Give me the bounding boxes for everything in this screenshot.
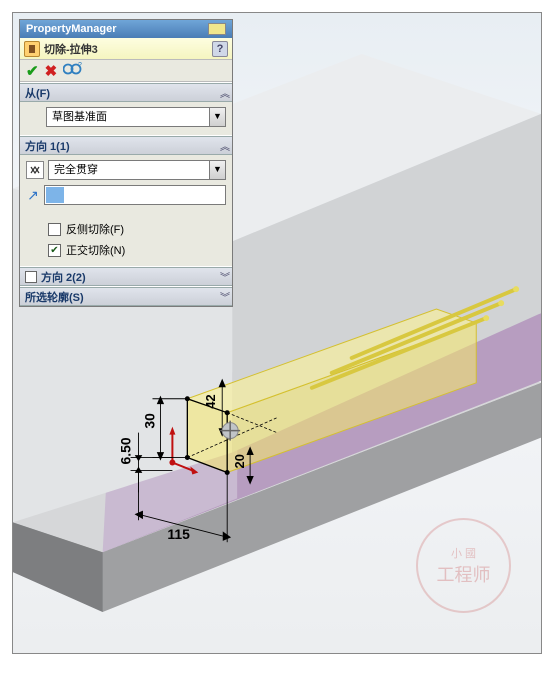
normal-cut-checkbox[interactable]: ✔ (48, 244, 61, 257)
dim-6-50: 6.50 (118, 437, 134, 464)
cancel-button[interactable]: ✖ (45, 62, 58, 80)
help-button[interactable]: ? (212, 41, 228, 57)
cut-extrude-icon (24, 41, 40, 57)
section-from-header[interactable]: 从(F) ︽ (20, 83, 232, 102)
reverse-direction-button[interactable] (26, 161, 44, 179)
section-dir2-header[interactable]: 方向 2(2) ︾ (20, 267, 232, 286)
end-condition-dropdown[interactable]: 完全贯穿 (48, 160, 210, 180)
section-dir1-header[interactable]: 方向 1(1) ︽ (20, 136, 232, 155)
chevron-down-icon[interactable]: ▼ (210, 107, 226, 127)
direction-selection-box[interactable] (44, 185, 226, 205)
property-manager-panel: PropertyManager 切除-拉伸3 ? ✔ ✖ ? 从(F) ︽ 草图… (19, 19, 233, 307)
pm-title: PropertyManager (26, 20, 116, 38)
pm-header: PropertyManager (20, 20, 232, 38)
from-dropdown[interactable]: 草图基准面 (46, 107, 210, 127)
dim-42: 42 (203, 394, 218, 408)
feature-row: 切除-拉伸3 ? (20, 38, 232, 60)
chevron-down-icon[interactable]: ▼ (210, 160, 226, 180)
section-contours-header[interactable]: 所选轮廓(S) ︾ (20, 287, 232, 306)
direction-arrow-icon: ↗ (26, 188, 40, 202)
ok-button[interactable]: ✔ (26, 62, 39, 80)
collapse-icon: ︽ (220, 85, 227, 100)
dim-20: 20 (232, 454, 247, 468)
confirm-row: ✔ ✖ ? (20, 60, 232, 82)
expand-icon: ︾ (220, 269, 227, 284)
collapse-icon: ︽ (220, 138, 227, 153)
reverse-cut-checkbox[interactable] (48, 223, 61, 236)
normal-cut-label: 正交切除(N) (66, 242, 125, 258)
dir2-enable-checkbox[interactable] (25, 271, 37, 283)
expand-icon: ︾ (220, 289, 227, 304)
dim-30: 30 (141, 413, 157, 429)
reverse-cut-label: 反侧切除(F) (66, 221, 124, 237)
svg-text:?: ? (78, 62, 82, 69)
pin-icon[interactable] (208, 23, 226, 35)
feature-name: 切除-拉伸3 (44, 41, 208, 57)
detailed-preview-button[interactable]: ? (63, 62, 83, 79)
dim-115: 115 (167, 526, 190, 542)
